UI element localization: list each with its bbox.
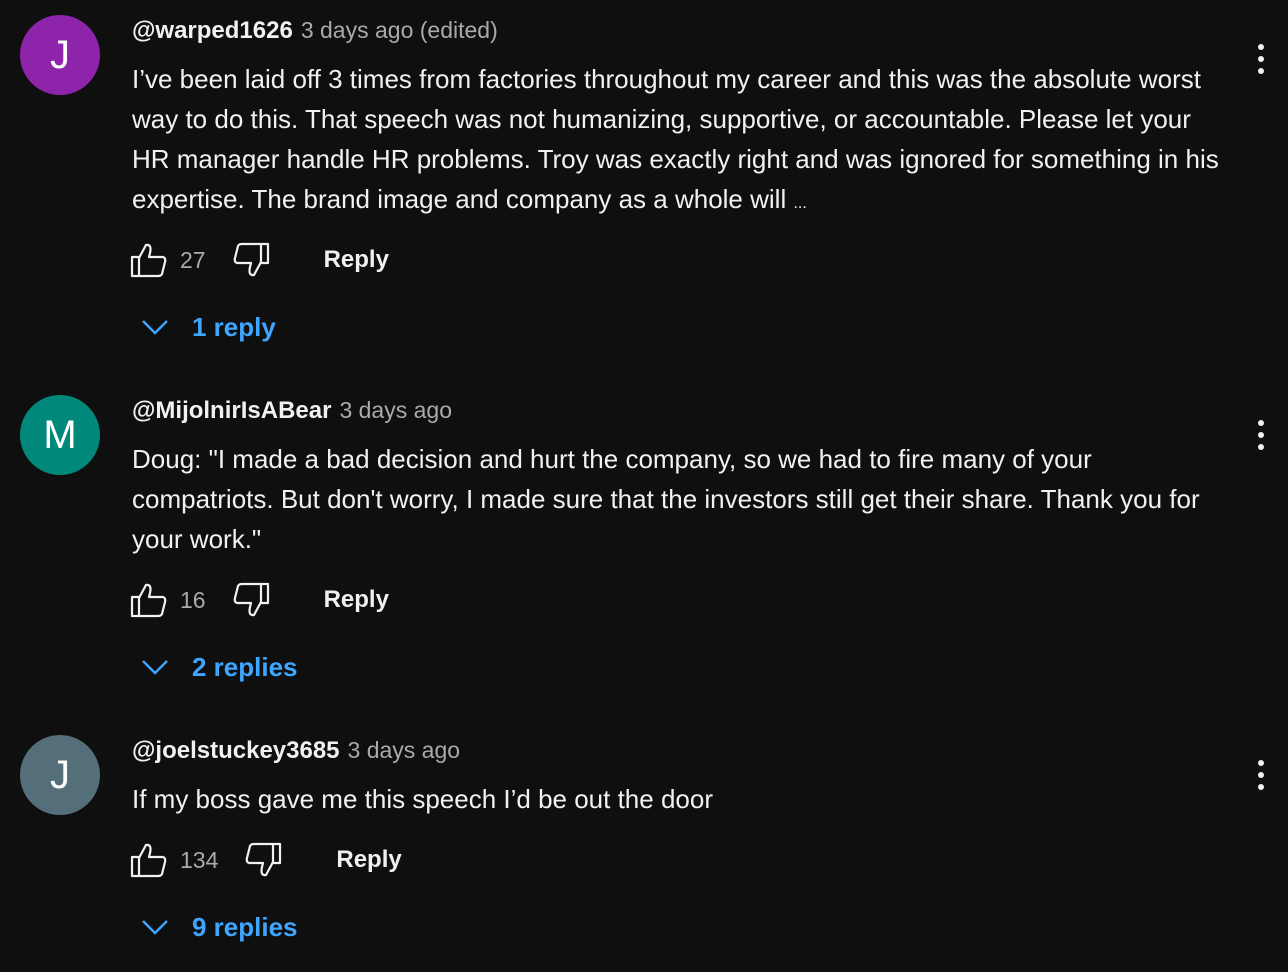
like-count: 16	[180, 586, 206, 613]
replies-label: 9 replies	[192, 911, 298, 942]
avatar-letter: J	[50, 33, 70, 77]
more-vert-icon	[1258, 760, 1264, 790]
chevron-down-icon	[138, 910, 172, 944]
thumbs-down-icon	[233, 242, 269, 277]
comment-toolbar: 27 Reply	[130, 240, 389, 280]
view-replies-button[interactable]: 9 replies	[138, 907, 298, 947]
comment-time[interactable]: 3 days ago	[339, 397, 452, 424]
comment-header: @MijolnirIsABear 3 days ago	[132, 397, 1227, 429]
comment-menu-button[interactable]	[1246, 415, 1276, 455]
comment-header: @joelstuckey3685 3 days ago	[132, 737, 1227, 769]
thumbs-up-icon	[130, 583, 167, 618]
replies-label: 2 replies	[192, 651, 298, 682]
more-vert-icon	[1258, 420, 1264, 450]
like-button[interactable]	[130, 241, 168, 279]
avatar[interactable]: J	[20, 735, 100, 815]
comment-time[interactable]: 3 days ago (edited)	[301, 17, 498, 44]
avatar-letter: M	[43, 413, 77, 457]
avatar-letter: J	[50, 753, 70, 797]
view-replies-button[interactable]: 2 replies	[138, 647, 298, 687]
comment-body: @MijolnirIsABear 3 days ago Doug: "I mad…	[132, 397, 1227, 559]
like-count: 134	[180, 846, 219, 873]
comment-toolbar: 134 Reply	[130, 840, 402, 880]
author-name[interactable]: @warped1626	[132, 17, 293, 45]
chevron-down-icon	[138, 310, 172, 344]
comment-header: @warped1626 3 days ago (edited)	[132, 17, 1227, 49]
comments-section: J @warped1626 3 days ago (edited) I’ve b…	[0, 0, 1288, 972]
author-name[interactable]: @joelstuckey3685	[132, 737, 340, 765]
like-count: 27	[180, 246, 206, 273]
like-button[interactable]	[130, 841, 168, 879]
replies-label: 1 reply	[192, 311, 276, 342]
author-name[interactable]: @MijolnirIsABear	[132, 397, 331, 425]
thumbs-up-icon	[130, 843, 167, 878]
thumbs-down-icon	[233, 582, 269, 617]
chevron-down-icon	[138, 650, 172, 684]
comment-menu-button[interactable]	[1246, 755, 1276, 795]
dislike-button[interactable]	[232, 581, 270, 619]
comment-time[interactable]: 3 days ago	[348, 737, 461, 764]
comment-text: If my boss gave me this speech I’d be ou…	[132, 784, 713, 814]
comment-ellipsis: ...	[793, 195, 807, 212]
dislike-button[interactable]	[232, 241, 270, 279]
comment-text: I’ve been laid off 3 times from factorie…	[132, 59, 1222, 224]
comment-menu-button[interactable]	[1246, 39, 1276, 79]
thumbs-down-icon	[246, 842, 282, 877]
more-vert-icon	[1258, 44, 1264, 74]
comment-text: Doug: "I made a bad decision and hurt th…	[132, 444, 1200, 554]
comment-toolbar: 16 Reply	[130, 580, 389, 620]
dislike-button[interactable]	[244, 841, 282, 879]
comment-body: @warped1626 3 days ago (edited) I’ve bee…	[132, 17, 1227, 224]
comment-text-content: I’ve been laid off 3 times from factorie…	[132, 64, 1219, 214]
avatar[interactable]: J	[20, 15, 100, 95]
reply-button[interactable]: Reply	[324, 246, 389, 274]
reply-button[interactable]: Reply	[324, 586, 389, 614]
avatar[interactable]: M	[20, 395, 100, 475]
comment-body: @joelstuckey3685 3 days ago If my boss g…	[132, 737, 1227, 819]
like-button[interactable]	[130, 581, 168, 619]
thumbs-up-icon	[130, 243, 167, 278]
reply-button[interactable]: Reply	[336, 846, 401, 874]
view-replies-button[interactable]: 1 reply	[138, 307, 276, 347]
